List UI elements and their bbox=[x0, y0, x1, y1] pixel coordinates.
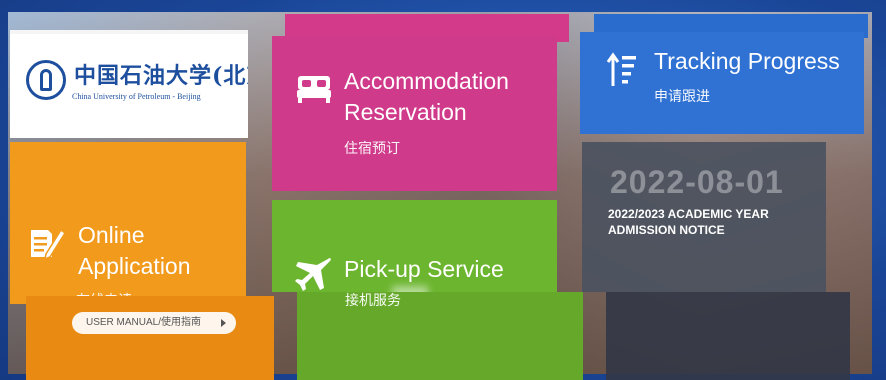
admission-notice-tile-lower bbox=[606, 292, 850, 380]
pickup-service-tile-lower: 接机服务 bbox=[297, 292, 583, 380]
notice-date: 2022-08-01 bbox=[610, 164, 784, 200]
edit-document-icon bbox=[31, 228, 66, 260]
pickup-service-tile[interactable]: Pick-up Service bbox=[272, 200, 557, 292]
tracking-subtitle: 申请跟进 bbox=[654, 88, 710, 104]
accommodation-title-line1: Accommodation bbox=[344, 68, 509, 94]
admission-notice-tile[interactable]: 2022-08-01 2022/2023 ACADEMIC YEAR ADMIS… bbox=[582, 142, 826, 292]
sort-progress-icon bbox=[606, 52, 636, 86]
accommodation-reservation-tile[interactable]: Accommodation Reservation 住宿预订 bbox=[272, 36, 557, 191]
university-seal-icon bbox=[26, 60, 66, 100]
pickup-subtitle: 接机服务 bbox=[345, 292, 401, 308]
online-title-line1: Online bbox=[78, 222, 145, 248]
accommodation-subtitle: 住宿预订 bbox=[344, 140, 400, 156]
tracking-progress-tile[interactable]: Tracking Progress 申请跟进 bbox=[580, 32, 864, 134]
user-manual-button[interactable]: USER MANUAL/使用指南 bbox=[72, 312, 236, 334]
tracking-title: Tracking Progress bbox=[654, 48, 840, 74]
notice-text: 2022/2023 ACADEMIC YEAR ADMISSION NOTICE bbox=[608, 207, 769, 237]
logo-name-en: China University of Petroleum - Beijing bbox=[72, 92, 201, 101]
airplane-icon bbox=[295, 258, 331, 291]
online-application-tile[interactable]: Online Application 在线申请 bbox=[10, 142, 246, 304]
accommodation-title-line2: Reservation bbox=[344, 99, 467, 125]
online-title-line2: Application bbox=[78, 253, 191, 279]
online-application-tile-lower: USER MANUAL/使用指南 bbox=[26, 296, 274, 380]
university-logo[interactable]: 中国石油大学(北京) China University of Petroleum… bbox=[10, 30, 248, 138]
arrow-right-icon bbox=[221, 319, 226, 327]
pickup-title: Pick-up Service bbox=[344, 256, 504, 282]
bed-icon bbox=[297, 76, 331, 103]
logo-name-cn: 中国石油大学(北京) bbox=[74, 63, 248, 89]
user-manual-label: USER MANUAL/使用指南 bbox=[86, 317, 202, 328]
